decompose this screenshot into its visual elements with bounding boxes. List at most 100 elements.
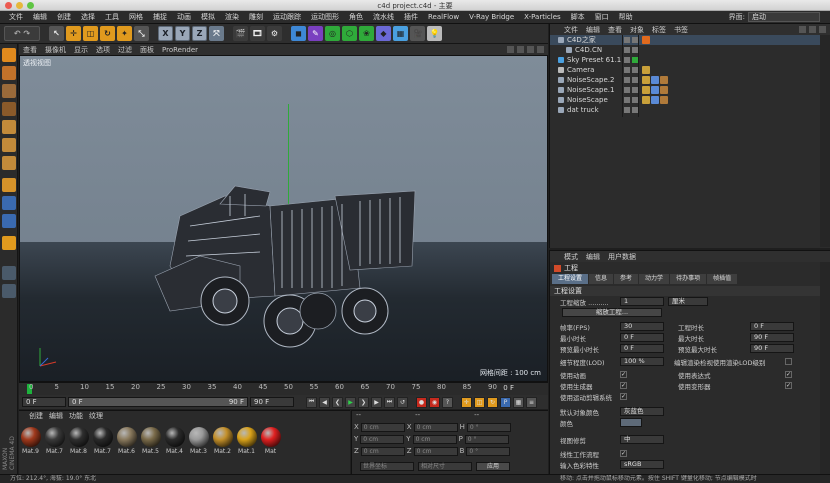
editor-visibility-dot[interactable] [624, 107, 630, 113]
project-scale-field[interactable]: 1 [620, 297, 664, 306]
previous-key-button[interactable]: ◀ [319, 396, 330, 408]
perspective-viewport[interactable]: 透视视图 网格间距 : 100 cm [19, 55, 548, 382]
make-editable-icon[interactable] [2, 48, 16, 62]
soft-selection-icon[interactable] [2, 236, 16, 250]
zoom-view-icon[interactable] [517, 46, 524, 53]
menu-item[interactable]: 创建 [52, 12, 76, 22]
menu-item[interactable]: 流水线 [368, 12, 399, 22]
edges-mode-icon[interactable] [2, 138, 16, 152]
material-menu-item[interactable]: 功能 [69, 411, 83, 421]
left-field-value[interactable]: 30 [620, 322, 664, 331]
left-field-value[interactable]: 0 F [620, 333, 664, 342]
pen-spline-icon[interactable]: ✎ [308, 26, 323, 41]
object-manager-menu-item[interactable]: 书签 [674, 25, 688, 35]
object-manager-menu-item[interactable]: 对象 [630, 25, 644, 35]
object-tag-icon[interactable] [660, 86, 668, 94]
key-position-icon[interactable]: ✛ [461, 396, 472, 408]
material-swatch[interactable]: Mat.4 [163, 427, 186, 455]
material-swatch[interactable]: Mat [259, 427, 282, 455]
model-mode-icon[interactable] [2, 66, 16, 80]
render-picture-viewer-icon[interactable]: 🎞 [250, 26, 265, 41]
panel-maximize-icon[interactable] [819, 26, 826, 33]
editor-visibility-dot[interactable] [624, 97, 630, 103]
lock-x-axis-button[interactable]: X [158, 26, 173, 41]
position-field[interactable]: 0 cm [360, 422, 405, 432]
subdivision-icon[interactable]: ◎ [325, 26, 340, 41]
material-menu-item[interactable]: 纹理 [89, 411, 103, 421]
rotation-field[interactable]: 0 ° [464, 434, 509, 444]
linear-workflow-checkbox[interactable]: ✓ [620, 450, 627, 457]
start-frame-field[interactable]: 0 F [22, 397, 66, 407]
key-parameter-icon[interactable]: P [500, 396, 511, 408]
menu-item[interactable]: 模拟 [196, 12, 220, 22]
material-swatch[interactable]: Mat.2 [211, 427, 234, 455]
menu-item[interactable]: 运动图形 [306, 12, 344, 22]
rotate-view-icon[interactable] [527, 46, 534, 53]
camera-icon[interactable]: 🎥 [410, 26, 425, 41]
object-tag-icon[interactable] [651, 96, 659, 104]
attribute-menu-item[interactable]: 编辑 [586, 252, 600, 262]
view-clip-select[interactable]: 中 [620, 435, 664, 444]
menu-item[interactable]: 窗口 [590, 12, 614, 22]
object-tag-icon[interactable] [642, 96, 650, 104]
menu-item[interactable]: 动画 [172, 12, 196, 22]
usage-option-checkbox[interactable]: ✓ [620, 393, 627, 400]
menu-item[interactable]: X-Particles [519, 13, 565, 21]
attribute-tab[interactable]: 参考 [614, 274, 639, 284]
next-frame-button[interactable]: ❯ [358, 396, 369, 408]
maximize-view-icon[interactable] [537, 46, 544, 53]
usage-option-checkbox[interactable]: ✓ [785, 371, 792, 378]
object-tree-item[interactable]: dat truck [550, 105, 830, 115]
object-tag-icon[interactable] [642, 86, 650, 94]
workplane-mode-icon[interactable] [2, 102, 16, 116]
search-icon[interactable] [799, 26, 806, 33]
snap-icon[interactable] [2, 214, 16, 228]
coordinate-mode-select[interactable]: 世界坐标 [360, 462, 414, 471]
right-field-value[interactable]: 0 F [750, 322, 794, 331]
object-tree-item[interactable]: Camera [550, 65, 830, 75]
floor-scene-icon[interactable]: ▦ [393, 26, 408, 41]
editor-visibility-dot[interactable] [624, 67, 630, 73]
array-generator-icon[interactable]: ⬡ [342, 26, 357, 41]
go-to-start-button[interactable]: ⏮ [306, 396, 317, 408]
select-tool-icon[interactable]: ↖ [49, 26, 64, 41]
menu-item[interactable]: RealFlow [423, 13, 464, 21]
material-swatch[interactable]: Mat.8 [67, 427, 90, 455]
menu-item[interactable]: 角色 [344, 12, 368, 22]
key-pla-icon[interactable]: ▦ [513, 396, 524, 408]
visibility-toggles[interactable] [624, 77, 638, 83]
left-field-value[interactable]: 0 F [620, 344, 664, 353]
object-manager-menu-item[interactable]: 文件 [564, 25, 578, 35]
visibility-toggles[interactable] [624, 47, 638, 53]
editor-visibility-dot[interactable] [624, 77, 630, 83]
workplane-icon[interactable] [2, 266, 16, 280]
right-field-value[interactable]: 90 F [750, 333, 794, 342]
material-swatch[interactable]: Mat.7 [91, 427, 114, 455]
deformer-icon[interactable]: ❀ [359, 26, 374, 41]
menu-item[interactable]: 选择 [76, 12, 100, 22]
object-tree-item[interactable]: NoiseScape.2 [550, 75, 830, 85]
object-tags[interactable] [642, 86, 668, 94]
apply-button[interactable]: 应用 [476, 462, 510, 471]
material-menu-item[interactable]: 创建 [29, 411, 43, 421]
attribute-tab[interactable]: 信息 [589, 274, 614, 284]
bend-deformer-icon[interactable]: ◆ [376, 26, 391, 41]
position-field[interactable]: 0 cm [360, 434, 405, 444]
menu-item[interactable]: 运动跟踪 [268, 12, 306, 22]
attribute-tab[interactable]: 帧插值 [707, 274, 738, 284]
tweak-mode-icon[interactable] [2, 196, 16, 210]
usage-option-checkbox[interactable]: ✓ [620, 382, 627, 389]
move-tool-icon[interactable]: ✛ [66, 26, 81, 41]
transform-tool-icon[interactable]: ⤡ [134, 26, 149, 41]
size-field[interactable]: 0 cm [413, 422, 458, 432]
usage-option-checkbox[interactable]: ✓ [620, 371, 627, 378]
key-rotation-icon[interactable]: ↻ [487, 396, 498, 408]
material-swatch[interactable]: Mat.3 [187, 427, 210, 455]
timeline-menu-icon[interactable]: ≡ [526, 396, 537, 408]
light-icon[interactable]: 💡 [427, 26, 442, 41]
object-manager-menu-item[interactable]: 编辑 [586, 25, 600, 35]
undo-redo-button[interactable]: ↶ ↷ [4, 26, 40, 41]
visibility-toggles[interactable] [624, 67, 638, 73]
object-tags[interactable] [642, 66, 650, 74]
rotation-field[interactable]: 0 ° [466, 446, 511, 456]
